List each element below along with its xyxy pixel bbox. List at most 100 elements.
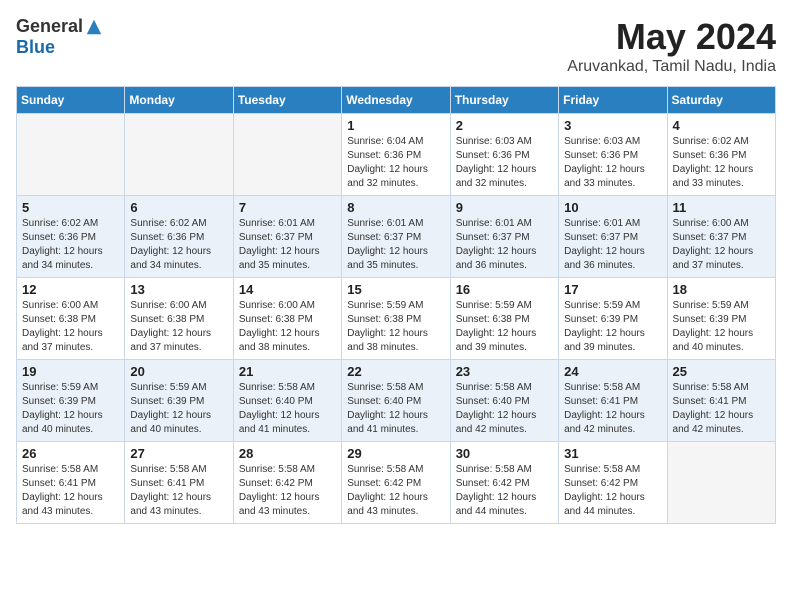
day-info: Sunrise: 6:03 AM Sunset: 6:36 PM Dayligh… <box>456 135 553 191</box>
calendar-day-cell: 24 Sunrise: 5:58 AM Sunset: 6:41 PM Dayli… <box>559 360 667 442</box>
calendar-day-cell <box>17 114 125 196</box>
calendar-day-cell: 12 Sunrise: 6:00 AM Sunset: 6:38 PM Dayli… <box>17 278 125 360</box>
day-info: Sunrise: 6:01 AM Sunset: 6:37 PM Dayligh… <box>564 217 661 273</box>
calendar-day-cell: 16 Sunrise: 5:59 AM Sunset: 6:38 PM Dayli… <box>450 278 558 360</box>
day-info: Sunrise: 5:59 AM Sunset: 6:39 PM Dayligh… <box>564 299 661 355</box>
calendar-day-cell: 5 Sunrise: 6:02 AM Sunset: 6:36 PM Daylig… <box>17 196 125 278</box>
day-info: Sunrise: 6:00 AM Sunset: 6:38 PM Dayligh… <box>130 299 227 355</box>
logo-general-text: General <box>16 16 83 37</box>
day-number: 26 <box>22 446 119 461</box>
calendar-day-cell: 2 Sunrise: 6:03 AM Sunset: 6:36 PM Daylig… <box>450 114 558 196</box>
calendar-week-row: 19 Sunrise: 5:59 AM Sunset: 6:39 PM Dayli… <box>17 360 776 442</box>
day-info: Sunrise: 5:58 AM Sunset: 6:40 PM Dayligh… <box>347 381 444 437</box>
day-number: 5 <box>22 200 119 215</box>
day-info: Sunrise: 5:59 AM Sunset: 6:38 PM Dayligh… <box>456 299 553 355</box>
day-info: Sunrise: 6:01 AM Sunset: 6:37 PM Dayligh… <box>239 217 336 273</box>
calendar-week-row: 26 Sunrise: 5:58 AM Sunset: 6:41 PM Dayli… <box>17 442 776 524</box>
calendar-week-row: 12 Sunrise: 6:00 AM Sunset: 6:38 PM Dayli… <box>17 278 776 360</box>
day-number: 4 <box>673 118 770 133</box>
calendar-header-row: SundayMondayTuesdayWednesdayThursdayFrid… <box>17 87 776 114</box>
calendar-day-cell: 3 Sunrise: 6:03 AM Sunset: 6:36 PM Daylig… <box>559 114 667 196</box>
day-info: Sunrise: 6:00 AM Sunset: 6:38 PM Dayligh… <box>239 299 336 355</box>
day-info: Sunrise: 5:59 AM Sunset: 6:39 PM Dayligh… <box>130 381 227 437</box>
calendar-day-cell: 10 Sunrise: 6:01 AM Sunset: 6:37 PM Dayli… <box>559 196 667 278</box>
calendar-day-cell: 27 Sunrise: 5:58 AM Sunset: 6:41 PM Dayli… <box>125 442 233 524</box>
calendar-day-cell: 1 Sunrise: 6:04 AM Sunset: 6:36 PM Daylig… <box>342 114 450 196</box>
day-number: 18 <box>673 282 770 297</box>
weekday-header-wednesday: Wednesday <box>342 87 450 114</box>
day-number: 16 <box>456 282 553 297</box>
day-info: Sunrise: 6:01 AM Sunset: 6:37 PM Dayligh… <box>456 217 553 273</box>
weekday-header-thursday: Thursday <box>450 87 558 114</box>
day-info: Sunrise: 5:58 AM Sunset: 6:40 PM Dayligh… <box>239 381 336 437</box>
calendar-day-cell: 7Sunrise: 6:01 AM Sunset: 6:37 PM Daylig… <box>233 196 341 278</box>
day-number: 10 <box>564 200 661 215</box>
day-number: 9 <box>456 200 553 215</box>
day-number: 15 <box>347 282 444 297</box>
calendar-day-cell: 22Sunrise: 5:58 AM Sunset: 6:40 PM Dayli… <box>342 360 450 442</box>
day-info: Sunrise: 5:58 AM Sunset: 6:42 PM Dayligh… <box>456 463 553 519</box>
day-number: 29 <box>347 446 444 461</box>
calendar-day-cell: 20 Sunrise: 5:59 AM Sunset: 6:39 PM Dayli… <box>125 360 233 442</box>
logo: General Blue <box>16 16 103 58</box>
day-number: 27 <box>130 446 227 461</box>
day-number: 30 <box>456 446 553 461</box>
day-number: 1 <box>347 118 444 133</box>
day-info: Sunrise: 6:04 AM Sunset: 6:36 PM Dayligh… <box>347 135 444 191</box>
calendar-day-cell: 15Sunrise: 5:59 AM Sunset: 6:38 PM Dayli… <box>342 278 450 360</box>
day-info: Sunrise: 6:03 AM Sunset: 6:36 PM Dayligh… <box>564 135 661 191</box>
weekday-header-sunday: Sunday <box>17 87 125 114</box>
weekday-header-monday: Monday <box>125 87 233 114</box>
day-number: 12 <box>22 282 119 297</box>
day-number: 3 <box>564 118 661 133</box>
day-number: 14 <box>239 282 336 297</box>
calendar-day-cell <box>125 114 233 196</box>
day-info: Sunrise: 6:01 AM Sunset: 6:37 PM Dayligh… <box>347 217 444 273</box>
day-number: 24 <box>564 364 661 379</box>
calendar-day-cell: 21Sunrise: 5:58 AM Sunset: 6:40 PM Dayli… <box>233 360 341 442</box>
day-info: Sunrise: 5:58 AM Sunset: 6:41 PM Dayligh… <box>673 381 770 437</box>
day-info: Sunrise: 5:58 AM Sunset: 6:41 PM Dayligh… <box>130 463 227 519</box>
day-info: Sunrise: 6:00 AM Sunset: 6:37 PM Dayligh… <box>673 217 770 273</box>
day-number: 20 <box>130 364 227 379</box>
logo-icon <box>85 18 103 36</box>
day-info: Sunrise: 5:58 AM Sunset: 6:41 PM Dayligh… <box>564 381 661 437</box>
day-info: Sunrise: 5:59 AM Sunset: 6:39 PM Dayligh… <box>22 381 119 437</box>
location-subtitle: Aruvankad, Tamil Nadu, India <box>567 58 776 76</box>
calendar-day-cell: 23Sunrise: 5:58 AM Sunset: 6:40 PM Dayli… <box>450 360 558 442</box>
day-number: 23 <box>456 364 553 379</box>
day-info: Sunrise: 6:02 AM Sunset: 6:36 PM Dayligh… <box>22 217 119 273</box>
day-info: Sunrise: 5:58 AM Sunset: 6:42 PM Dayligh… <box>239 463 336 519</box>
day-number: 31 <box>564 446 661 461</box>
weekday-header-friday: Friday <box>559 87 667 114</box>
day-info: Sunrise: 5:59 AM Sunset: 6:39 PM Dayligh… <box>673 299 770 355</box>
day-number: 19 <box>22 364 119 379</box>
calendar-week-row: 5 Sunrise: 6:02 AM Sunset: 6:36 PM Daylig… <box>17 196 776 278</box>
calendar-day-cell: 9 Sunrise: 6:01 AM Sunset: 6:37 PM Daylig… <box>450 196 558 278</box>
calendar-day-cell: 25Sunrise: 5:58 AM Sunset: 6:41 PM Dayli… <box>667 360 775 442</box>
calendar-day-cell: 6Sunrise: 6:02 AM Sunset: 6:36 PM Daylig… <box>125 196 233 278</box>
calendar-day-cell: 11Sunrise: 6:00 AM Sunset: 6:37 PM Dayli… <box>667 196 775 278</box>
title-block: May 2024 Aruvankad, Tamil Nadu, India <box>567 16 776 76</box>
day-info: Sunrise: 5:58 AM Sunset: 6:42 PM Dayligh… <box>564 463 661 519</box>
month-year-title: May 2024 <box>567 16 776 58</box>
day-info: Sunrise: 5:58 AM Sunset: 6:41 PM Dayligh… <box>22 463 119 519</box>
calendar-day-cell: 8 Sunrise: 6:01 AM Sunset: 6:37 PM Daylig… <box>342 196 450 278</box>
calendar-day-cell: 30 Sunrise: 5:58 AM Sunset: 6:42 PM Dayli… <box>450 442 558 524</box>
weekday-header-tuesday: Tuesday <box>233 87 341 114</box>
day-number: 17 <box>564 282 661 297</box>
day-number: 2 <box>456 118 553 133</box>
day-info: Sunrise: 5:58 AM Sunset: 6:42 PM Dayligh… <box>347 463 444 519</box>
calendar-day-cell: 29 Sunrise: 5:58 AM Sunset: 6:42 PM Dayli… <box>342 442 450 524</box>
weekday-header-saturday: Saturday <box>667 87 775 114</box>
calendar-day-cell: 4 Sunrise: 6:02 AM Sunset: 6:36 PM Daylig… <box>667 114 775 196</box>
calendar-day-cell: 18 Sunrise: 5:59 AM Sunset: 6:39 PM Dayli… <box>667 278 775 360</box>
day-number: 8 <box>347 200 444 215</box>
day-info: Sunrise: 6:02 AM Sunset: 6:36 PM Dayligh… <box>673 135 770 191</box>
day-info: Sunrise: 6:00 AM Sunset: 6:38 PM Dayligh… <box>22 299 119 355</box>
day-info: Sunrise: 6:02 AM Sunset: 6:36 PM Dayligh… <box>130 217 227 273</box>
logo-blue-text: Blue <box>16 37 55 58</box>
calendar-table: SundayMondayTuesdayWednesdayThursdayFrid… <box>16 86 776 524</box>
day-number: 13 <box>130 282 227 297</box>
page-header: General Blue May 2024 Aruvankad, Tamil N… <box>16 16 776 76</box>
